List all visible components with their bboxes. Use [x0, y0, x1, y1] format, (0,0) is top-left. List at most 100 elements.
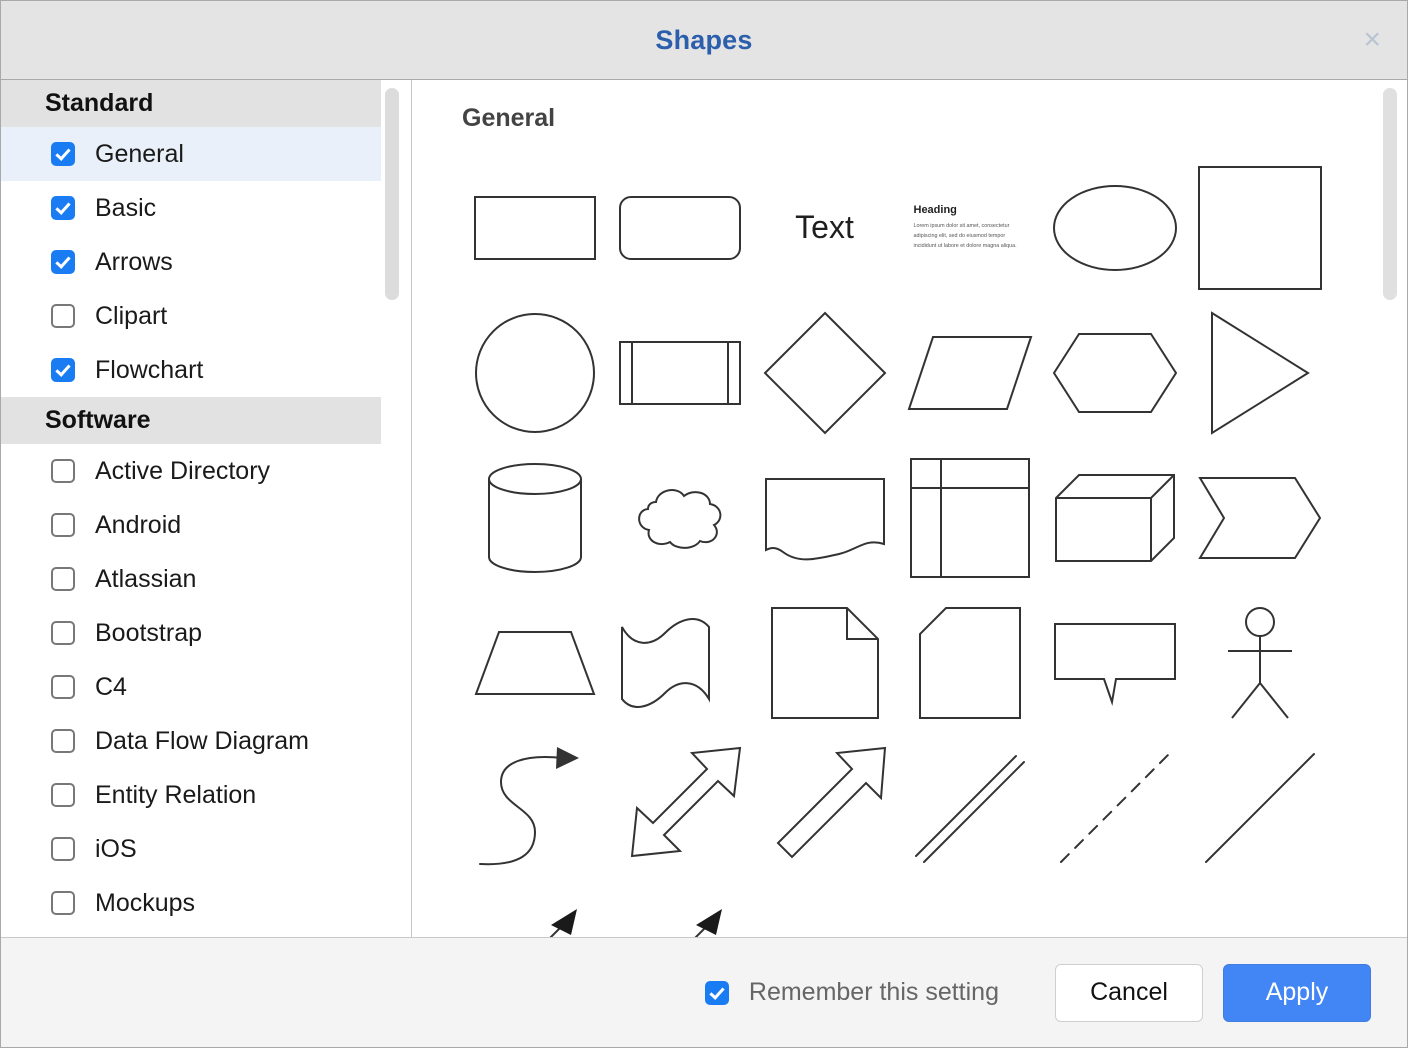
- checkbox-general[interactable]: [51, 142, 75, 166]
- sidebar-item-clipart[interactable]: Clipart: [1, 289, 381, 343]
- shape-preview-inner: General Text Heading L: [412, 80, 1407, 937]
- sidebar-item-label: Clipart: [95, 302, 167, 331]
- shape-heading-title: Heading: [914, 204, 1026, 216]
- checkbox-ios[interactable]: [51, 837, 75, 861]
- checkbox-basic[interactable]: [51, 196, 75, 220]
- shape-double-line[interactable]: [897, 735, 1042, 880]
- sidebar-item-label: Android: [95, 511, 181, 540]
- shape-actor[interactable]: [1187, 590, 1332, 735]
- sidebar-item-c4[interactable]: C4: [1, 660, 381, 714]
- shape-table[interactable]: [897, 445, 1042, 590]
- sidebar-item-label: Entity Relation: [95, 781, 256, 810]
- cancel-button[interactable]: Cancel: [1055, 964, 1203, 1022]
- sidebar-scrollbar-track[interactable]: [385, 88, 399, 929]
- sidebar-item-active-directory[interactable]: Active Directory: [1, 444, 381, 498]
- shape-rectangle[interactable]: [462, 155, 607, 300]
- shape-triangle[interactable]: [1187, 300, 1332, 445]
- shape-heading-body: Lorem ipsum dolor sit amet, consectetur …: [914, 221, 1026, 251]
- shape-text-label: Text: [795, 209, 854, 246]
- sidebar-item-general[interactable]: General: [1, 127, 381, 181]
- sidebar-list: Standard General Basic Arrows Clipart: [1, 80, 411, 937]
- shapes-dialog: Shapes × Standard General Basic Arrows: [0, 0, 1408, 1048]
- shape-note[interactable]: [752, 590, 897, 735]
- sidebar-item-label: Basic: [95, 194, 156, 223]
- sidebar-item-data-flow-diagram[interactable]: Data Flow Diagram: [1, 714, 381, 768]
- sidebar-item-label: Flowchart: [95, 356, 203, 385]
- sidebar-item-label: Bootstrap: [95, 619, 202, 648]
- sidebar-scrollbar-thumb[interactable]: [385, 88, 399, 300]
- sidebar-item-label: C4: [95, 673, 127, 702]
- shape-cube[interactable]: [1042, 445, 1187, 590]
- shape-square[interactable]: [1187, 155, 1332, 300]
- shape-solid-line[interactable]: [1187, 735, 1332, 880]
- shape-text[interactable]: Text: [752, 155, 897, 300]
- dialog-footer: Remember this setting Cancel Apply: [1, 937, 1407, 1047]
- sidebar-item-label: General: [95, 140, 184, 169]
- sidebar-item-label: iOS: [95, 835, 137, 864]
- shape-trapezoid[interactable]: [462, 590, 607, 735]
- checkbox-atlassian[interactable]: [51, 567, 75, 591]
- sidebar-item-label: Data Flow Diagram: [95, 727, 309, 756]
- shape-diamond[interactable]: [752, 300, 897, 445]
- sidebar-item-android[interactable]: Android: [1, 498, 381, 552]
- apply-button[interactable]: Apply: [1223, 964, 1371, 1022]
- sidebar-item-entity-relation[interactable]: Entity Relation: [1, 768, 381, 822]
- sidebar-item-label: Mockups: [95, 889, 195, 918]
- shape-thin-arrow-2[interactable]: [607, 880, 752, 937]
- checkbox-clipart[interactable]: [51, 304, 75, 328]
- sidebar-item-basic[interactable]: Basic: [1, 181, 381, 235]
- checkbox-data-flow-diagram[interactable]: [51, 729, 75, 753]
- shape-s-curve-arrow[interactable]: [462, 735, 607, 880]
- shape-block-arrow[interactable]: [752, 735, 897, 880]
- sidebar-item-mockups[interactable]: Mockups: [1, 876, 381, 930]
- dialog-titlebar: Shapes ×: [1, 1, 1407, 80]
- checkbox-android[interactable]: [51, 513, 75, 537]
- shape-tape[interactable]: [607, 590, 752, 735]
- close-icon[interactable]: ×: [1363, 25, 1381, 55]
- group-header-software: Software: [1, 397, 381, 444]
- shape-document[interactable]: [752, 445, 897, 590]
- dialog-title: Shapes: [655, 25, 752, 56]
- checkbox-flowchart[interactable]: [51, 358, 75, 382]
- shape-step[interactable]: [1187, 445, 1332, 590]
- panel-section-heading: General: [462, 104, 1407, 133]
- group-header-standard: Standard: [1, 80, 381, 127]
- shape-dashed-line[interactable]: [1042, 735, 1187, 880]
- shape-callout[interactable]: [1042, 590, 1187, 735]
- sidebar-item-arrows[interactable]: Arrows: [1, 235, 381, 289]
- dialog-body: Standard General Basic Arrows Clipart: [1, 80, 1407, 937]
- sidebar-item-bootstrap[interactable]: Bootstrap: [1, 606, 381, 660]
- sidebar-item-label: Arrows: [95, 248, 173, 277]
- shape-parallelogram[interactable]: [897, 300, 1042, 445]
- checkbox-entity-relation[interactable]: [51, 783, 75, 807]
- shape-cylinder[interactable]: [462, 445, 607, 590]
- shape-preview-panel: General Text Heading L: [412, 80, 1407, 937]
- shape-grid: Text Heading Lorem ipsum dolor sit amet,…: [462, 155, 1407, 937]
- checkbox-bootstrap[interactable]: [51, 621, 75, 645]
- checkbox-mockups[interactable]: [51, 891, 75, 915]
- sidebar-item-label: Active Directory: [95, 457, 270, 486]
- checkbox-c4[interactable]: [51, 675, 75, 699]
- panel-scrollbar-thumb[interactable]: [1383, 88, 1397, 300]
- shape-circle[interactable]: [462, 300, 607, 445]
- checkbox-active-directory[interactable]: [51, 459, 75, 483]
- checkbox-arrows[interactable]: [51, 250, 75, 274]
- shape-ellipse[interactable]: [1042, 155, 1187, 300]
- remember-setting-row[interactable]: Remember this setting: [705, 978, 999, 1007]
- shape-library-sidebar: Standard General Basic Arrows Clipart: [1, 80, 412, 937]
- sidebar-item-atlassian[interactable]: Atlassian: [1, 552, 381, 606]
- sidebar-item-flowchart[interactable]: Flowchart: [1, 343, 381, 397]
- panel-scrollbar-track[interactable]: [1383, 88, 1397, 929]
- checkbox-remember-setting[interactable]: [705, 981, 729, 1005]
- shape-heading-with-body[interactable]: Heading Lorem ipsum dolor sit amet, cons…: [897, 155, 1042, 300]
- sidebar-item-label: Atlassian: [95, 565, 196, 594]
- shape-rounded-rectangle[interactable]: [607, 155, 752, 300]
- shape-bidirectional-arrow[interactable]: [607, 735, 752, 880]
- shape-cloud[interactable]: [607, 445, 752, 590]
- shape-hexagon[interactable]: [1042, 300, 1187, 445]
- shape-thin-arrow-1[interactable]: [462, 880, 607, 937]
- sidebar-item-ios[interactable]: iOS: [1, 822, 381, 876]
- shape-process[interactable]: [607, 300, 752, 445]
- remember-setting-label: Remember this setting: [749, 978, 999, 1007]
- shape-card[interactable]: [897, 590, 1042, 735]
